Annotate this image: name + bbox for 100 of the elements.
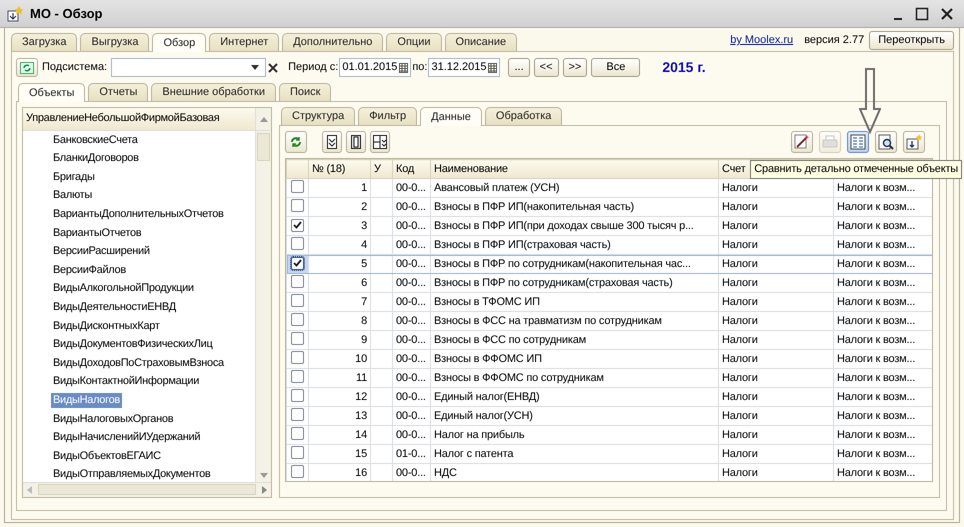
- tree-item[interactable]: ВариантыОтчетов: [51, 226, 144, 241]
- tab[interactable]: Дополнительно: [282, 32, 384, 51]
- checkbox[interactable]: [291, 426, 304, 440]
- table-row[interactable]: 13 00-0... Единый налог(УСН) Налоги Налоги к возм...: [286, 406, 932, 426]
- table-cell: Налоги: [718, 350, 834, 369]
- website-link[interactable]: by Moolex.ru: [730, 34, 794, 48]
- tab[interactable]: Загрузка: [11, 32, 78, 51]
- layout-button[interactable]: [370, 131, 390, 154]
- table-row[interactable]: 11 00-0... Взносы в ФФОМС по сотрудникам Налоги Налоги к возм...: [286, 368, 932, 388]
- tree-item[interactable]: БанковскиеСчета: [51, 132, 140, 148]
- checkbox[interactable]: [291, 312, 304, 326]
- tree-item[interactable]: ВерсииРасширений: [51, 244, 152, 260]
- dropdown-icon[interactable]: [251, 65, 260, 70]
- checkbox[interactable]: [291, 236, 304, 250]
- date-from-field[interactable]: 01.01.2015: [339, 58, 412, 78]
- tree-item[interactable]: ВидыДеятельностиЕНВД: [51, 300, 178, 316]
- checkbox[interactable]: [291, 408, 304, 421]
- refresh-icon: [289, 135, 303, 150]
- tab[interactable]: Фильтр: [358, 106, 418, 126]
- table-row[interactable]: 14 00-0... Налог на прибыль Налоги Налоги к возм...: [286, 426, 932, 445]
- tab[interactable]: Объекты: [18, 82, 86, 102]
- checkbox[interactable]: [291, 294, 304, 307]
- wand-button[interactable]: [791, 131, 813, 154]
- checkbox[interactable]: [291, 332, 304, 345]
- checkbox[interactable]: [291, 464, 304, 478]
- tree-item[interactable]: ВидыНачисленийИУдержаний: [51, 430, 202, 446]
- column-header[interactable]: № (18): [308, 160, 370, 179]
- checkbox[interactable]: [291, 198, 304, 212]
- checkbox[interactable]: [291, 388, 304, 402]
- tree-item[interactable]: ВерсииФайлов: [51, 262, 128, 278]
- table-row[interactable]: 7 00-0... Взносы в ТФОМС ИП Налоги Налоги к возм...: [286, 292, 932, 312]
- checkbox[interactable]: [291, 180, 304, 193]
- table-row[interactable]: 16 00-0... НДС Налоги Налоги к возм...: [286, 464, 932, 482]
- table-row[interactable]: 3 00-0... Взносы в ПФР ИП(при доходах свыше 300 тысяч р... Налоги Налоги к возм...: [286, 216, 932, 236]
- refresh-button[interactable]: [16, 58, 38, 78]
- table-row[interactable]: 5 00-0... Взносы в ПФР по сотрудникам(накопительная час... Налоги Налоги к возм...: [286, 254, 932, 274]
- table-row[interactable]: 6 00-0... Взносы в ПФР по сотрудникам(страховая часть) Налоги Налоги к возм...: [286, 274, 932, 293]
- table-row[interactable]: 15 01-0... Налог с патента Налоги Налоги к возм...: [286, 444, 932, 464]
- table-cell: Налоги: [718, 274, 834, 293]
- column-header[interactable]: У: [370, 160, 392, 179]
- checkbox[interactable]: [291, 256, 304, 270]
- tree-item[interactable]: ВариантыДополнительныхОтчетов: [51, 207, 226, 222]
- subsystem-field[interactable]: [111, 58, 266, 78]
- scroll-right-icon[interactable]: [262, 486, 268, 494]
- table-row[interactable]: 4 00-0... Взносы в ПФР ИП(страховая часть) Налоги Налоги к возм...: [286, 236, 932, 255]
- scrollbar-thumb[interactable]: [257, 132, 270, 161]
- layout-button[interactable]: [322, 131, 342, 154]
- period-button[interactable]: <<: [534, 58, 558, 78]
- table-row[interactable]: 12 00-0... Единый налог(ЕНВД) Налоги Налоги к возм...: [286, 388, 932, 407]
- tree-item[interactable]: ВидыАлкогольнойПродукции: [51, 281, 196, 297]
- scroll-down-icon[interactable]: [260, 473, 268, 480]
- tab[interactable]: Данные: [420, 106, 482, 126]
- tab[interactable]: Выгрузка: [80, 32, 150, 51]
- calendar-icon[interactable]: [488, 62, 497, 73]
- checkbox[interactable]: [291, 370, 304, 383]
- column-header[interactable]: Наименование: [430, 160, 718, 179]
- refresh-button[interactable]: [285, 131, 307, 154]
- tree-item[interactable]: ВидыОбъектовЕГАИС: [51, 448, 163, 464]
- period-button[interactable]: >>: [562, 58, 588, 78]
- table-cell: 00-0...: [392, 198, 430, 217]
- tab[interactable]: Структура: [281, 106, 356, 126]
- clear-icon[interactable]: [268, 62, 278, 73]
- tab[interactable]: Интернет: [209, 32, 280, 51]
- scroll-up-icon[interactable]: [260, 116, 268, 122]
- tree-item[interactable]: Валюты: [51, 188, 94, 204]
- table-row[interactable]: 8 00-0... Взносы в ФСС на травматизм по сотрудникам Налоги Налоги к возм...: [286, 312, 932, 331]
- tree-item[interactable]: БланкиДоговоров: [51, 151, 141, 166]
- tab[interactable]: Поиск: [278, 82, 332, 101]
- export-button[interactable]: [903, 131, 925, 154]
- tree-item[interactable]: ВидыОтправляемыхДокументов: [51, 467, 212, 482]
- compare-button[interactable]: [847, 131, 869, 154]
- horizontal-scrollbar-thumb[interactable]: [38, 484, 256, 496]
- preview-button[interactable]: [875, 131, 897, 154]
- period-button[interactable]: ...: [508, 58, 530, 78]
- tab[interactable]: Внешние обработки: [151, 82, 276, 101]
- tree-item[interactable]: ВидыКонтактнойИнформации: [51, 374, 202, 390]
- checkbox[interactable]: [291, 350, 304, 364]
- tab[interactable]: Обзор: [152, 32, 206, 52]
- tree-item[interactable]: ВидыДокументовФизическихЛиц: [51, 337, 215, 352]
- tab[interactable]: Отчеты: [88, 82, 148, 101]
- tree-item[interactable]: ВидыДисконтныхКарт: [51, 318, 162, 334]
- table-row[interactable]: 10 00-0... Взносы в ФФОМС ИП Налоги Налоги к возм...: [286, 350, 932, 369]
- table-row[interactable]: 2 00-0... Взносы в ПФР ИП(накопительная часть) Налоги Налоги к возм...: [286, 198, 932, 217]
- checkbox[interactable]: [291, 274, 304, 288]
- reopen-button[interactable]: Переоткрыть: [869, 31, 954, 50]
- date-to-field[interactable]: 31.12.2015: [428, 58, 500, 78]
- layout-button[interactable]: [346, 131, 366, 154]
- tab[interactable]: Обработка: [484, 106, 562, 126]
- table-row[interactable]: 9 00-0... Взносы в ФСС по сотрудникам Налоги Налоги к возм...: [286, 330, 932, 350]
- checkbox[interactable]: [291, 446, 304, 459]
- table-cell: 7: [308, 292, 370, 312]
- tab[interactable]: Опции: [386, 32, 442, 51]
- tab[interactable]: Описание: [444, 32, 518, 51]
- checkbox[interactable]: [291, 218, 304, 232]
- tree-item[interactable]: ВидыДоходовПоСтраховымВзноса: [51, 356, 226, 371]
- column-header[interactable]: Код: [392, 160, 430, 179]
- tree-item[interactable]: ВидыНалоговыхОрганов: [51, 412, 176, 427]
- period-button[interactable]: Все: [591, 58, 640, 78]
- tree-item[interactable]: Бригады: [51, 170, 97, 186]
- calendar-icon[interactable]: [398, 62, 408, 73]
